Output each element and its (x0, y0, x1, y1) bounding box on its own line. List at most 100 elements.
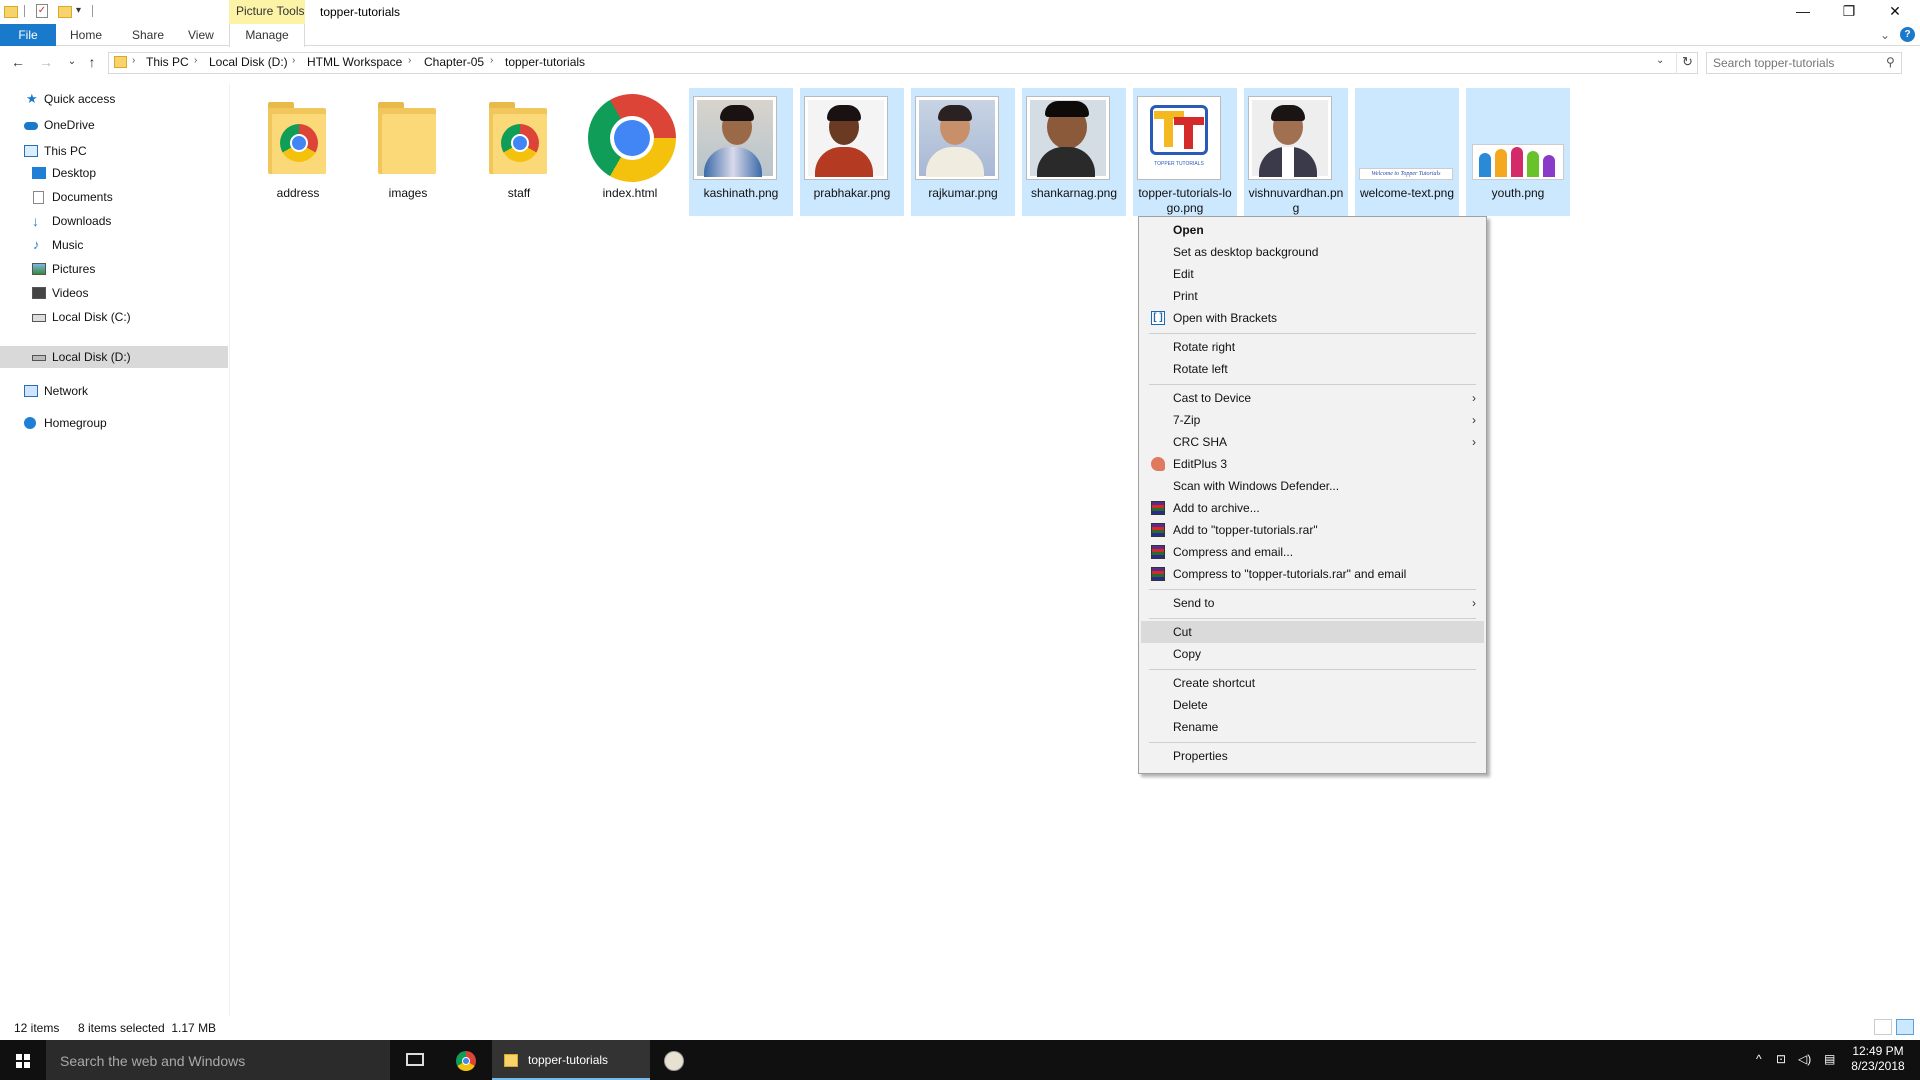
file-item-address[interactable]: address (246, 88, 350, 216)
volume-icon[interactable]: ◁) (1798, 1052, 1811, 1066)
file-item-kashinath[interactable]: kashinath.png (689, 88, 793, 216)
menu-item-copy[interactable]: Copy (1141, 643, 1484, 665)
menu-item-rename[interactable]: Rename (1141, 716, 1484, 738)
breadcrumb-separator[interactable]: › (292, 55, 295, 66)
menu-item-print[interactable]: Print (1141, 285, 1484, 307)
menu-item-add-to-archive[interactable]: Add to archive... (1141, 497, 1484, 519)
taskbar-explorer-label: topper-tutorials (528, 1053, 609, 1067)
breadcrumb-this-pc[interactable]: This PC (146, 55, 189, 69)
nav-onedrive[interactable]: OneDrive (0, 114, 228, 136)
help-icon[interactable]: ? (1900, 27, 1915, 42)
breadcrumb-separator[interactable]: › (490, 55, 493, 66)
tab-share[interactable]: Share (124, 24, 172, 46)
nav-network[interactable]: Network (0, 380, 228, 402)
folder-icon (114, 56, 127, 68)
breadcrumb-local-disk-d[interactable]: Local Disk (D:) (209, 55, 288, 69)
nav-desktop[interactable]: Desktop (0, 162, 228, 184)
file-item-welcome-text[interactable]: Welcome to Topper Tutorials welcome-text… (1355, 88, 1459, 216)
up-button[interactable]: ↑ (84, 54, 100, 70)
nav-homegroup[interactable]: Homegroup (0, 412, 228, 434)
menu-item-add-to-rar[interactable]: Add to "topper-tutorials.rar" (1141, 519, 1484, 541)
menu-item-create-shortcut[interactable]: Create shortcut (1141, 672, 1484, 694)
menu-item-rotate-left[interactable]: Rotate left (1141, 358, 1484, 380)
nav-quick-access[interactable]: ★ Quick access (0, 88, 228, 110)
image-thumbnail (1026, 96, 1110, 180)
breadcrumb-separator[interactable]: › (132, 55, 135, 66)
tab-file[interactable]: File (0, 24, 56, 46)
menu-item-send-to[interactable]: Send to › (1141, 592, 1484, 614)
refresh-button[interactable]: ↻ (1676, 52, 1698, 74)
nav-documents[interactable]: Documents (0, 186, 228, 208)
submenu-arrow-icon: › (1472, 391, 1476, 405)
nav-local-disk-c[interactable]: Local Disk (C:) (0, 306, 228, 328)
search-icon[interactable]: ⚲ (1886, 55, 1895, 69)
close-button[interactable]: ✕ (1872, 0, 1918, 24)
nav-pictures[interactable]: Pictures (0, 258, 228, 280)
new-folder-icon[interactable] (58, 6, 72, 18)
menu-item-compress-rar-email[interactable]: Compress to "topper-tutorials.rar" and e… (1141, 563, 1484, 585)
tab-manage[interactable]: Manage (229, 24, 305, 47)
taskbar-clock[interactable]: 12:49 PM 8/23/2018 (1840, 1044, 1916, 1074)
back-button[interactable]: ← (10, 54, 26, 70)
menu-item-cast-to-device[interactable]: Cast to Device › (1141, 387, 1484, 409)
nav-videos[interactable]: Videos (0, 282, 228, 304)
breadcrumb-separator[interactable]: › (194, 55, 197, 66)
file-item-topper-tutorials-logo[interactable]: TOPPER TUTORIALS topper-tutorials-logo.p… (1133, 88, 1237, 216)
menu-item-cut[interactable]: Cut (1141, 621, 1484, 643)
file-item-index-html[interactable]: index.html (578, 88, 682, 216)
ribbon-collapse-icon[interactable]: ⌄ (1880, 28, 1890, 42)
customize-toolbar-icon[interactable]: ▾ (76, 5, 81, 21)
address-dropdown-icon[interactable]: ⌄ (1656, 55, 1664, 66)
nav-music[interactable]: ♪ Music (0, 234, 228, 256)
large-icons-view-icon[interactable] (1896, 1019, 1914, 1035)
menu-item-crc-sha[interactable]: CRC SHA › (1141, 431, 1484, 453)
menu-item-set-desktop-background[interactable]: Set as desktop background (1141, 241, 1484, 263)
menu-item-scan-defender[interactable]: Scan with Windows Defender... (1141, 475, 1484, 497)
menu-item-properties[interactable]: Properties (1141, 745, 1484, 767)
file-item-rajkumar[interactable]: rajkumar.png (911, 88, 1015, 216)
restore-button[interactable]: ❐ (1826, 0, 1872, 24)
recent-locations-button[interactable]: ⌄ (64, 56, 80, 67)
nav-this-pc[interactable]: This PC (0, 140, 228, 162)
menu-item-open[interactable]: Open (1141, 219, 1484, 241)
properties-icon[interactable]: ✓ (36, 4, 48, 18)
folder-icon (368, 94, 448, 180)
file-item-youth[interactable]: youth.png (1466, 88, 1570, 216)
tab-view[interactable]: View (180, 24, 222, 46)
file-item-vishnuvardhan[interactable]: vishnuvardhan.png (1244, 88, 1348, 216)
pane-divider[interactable] (229, 84, 230, 1024)
show-hidden-icons[interactable]: ^ (1756, 1052, 1762, 1066)
minimize-button[interactable]: — (1780, 0, 1826, 24)
pictures-icon (32, 263, 46, 275)
separator (92, 5, 93, 17)
file-item-prabhakar[interactable]: prabhakar.png (800, 88, 904, 216)
nav-local-disk-d[interactable]: Local Disk (D:) (0, 346, 228, 368)
menu-item-open-with-brackets[interactable]: [ ] Open with Brackets (1141, 307, 1484, 329)
menu-label: Send to (1173, 596, 1215, 610)
file-item-shankarnag[interactable]: shankarnag.png (1022, 88, 1126, 216)
menu-item-compress-email[interactable]: Compress and email... (1141, 541, 1484, 563)
file-item-staff[interactable]: staff (467, 88, 571, 216)
breadcrumb-chapter-05[interactable]: Chapter-05 (424, 55, 484, 69)
tab-home[interactable]: Home (62, 24, 110, 46)
breadcrumb-separator[interactable]: › (408, 55, 411, 66)
file-item-images[interactable]: images (356, 88, 460, 216)
menu-label: Open (1173, 223, 1204, 237)
context-menu: Open Set as desktop background Edit Prin… (1138, 216, 1487, 774)
menu-item-editplus[interactable]: EditPlus 3 (1141, 453, 1484, 475)
folder-icon[interactable] (4, 6, 18, 18)
menu-item-7zip[interactable]: 7-Zip › (1141, 409, 1484, 431)
breadcrumb-html-workspace[interactable]: HTML Workspace (307, 55, 402, 69)
menu-item-edit[interactable]: Edit (1141, 263, 1484, 285)
breadcrumb-topper-tutorials[interactable]: topper-tutorials (505, 55, 585, 69)
nav-downloads[interactable]: ↓ Downloads (0, 210, 228, 232)
network-icon[interactable]: ⊡ (1776, 1052, 1786, 1066)
taskbar-search-placeholder: Search the web and Windows (60, 1053, 246, 1069)
menu-item-rotate-right[interactable]: Rotate right (1141, 336, 1484, 358)
forward-button[interactable]: → (38, 54, 54, 70)
search-input[interactable] (1707, 53, 1877, 73)
details-view-icon[interactable] (1874, 1019, 1892, 1035)
action-center-icon[interactable]: ▤ (1824, 1052, 1835, 1066)
menu-item-delete[interactable]: Delete (1141, 694, 1484, 716)
search-box[interactable] (1706, 52, 1902, 74)
